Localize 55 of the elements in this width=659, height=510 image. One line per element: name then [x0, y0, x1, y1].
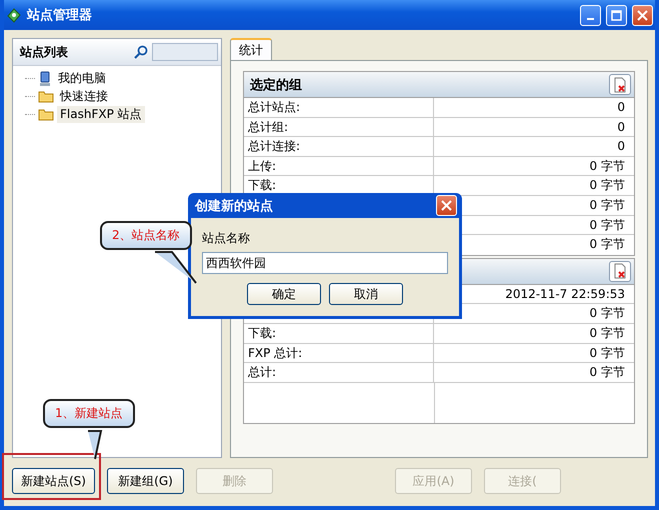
dialog-title: 创建新的站点: [195, 198, 274, 214]
tree-item[interactable]: 快速连接: [57, 88, 111, 105]
close-button[interactable]: [436, 195, 457, 216]
stat-label: 总计组:: [248, 120, 288, 134]
dialog-button[interactable]: 确定: [247, 283, 321, 305]
callout-bubble: 1、新建站点: [43, 399, 135, 428]
stat-value: 0 字节: [590, 346, 625, 360]
stat-label: FXP 总计:: [248, 346, 302, 360]
minimize-button[interactable]: [580, 4, 601, 26]
panel-title: 站点列表: [20, 44, 69, 60]
stat-label: 总计:: [248, 365, 276, 380]
toolbar-button[interactable]: 新建站点(S): [12, 468, 95, 494]
callout-bubble: 2、站点名称: [100, 221, 192, 250]
stat-value: 0: [617, 100, 625, 114]
stat-value: 0 字节: [590, 306, 625, 320]
clear-icon: [613, 263, 627, 280]
dialog-button[interactable]: 取消: [329, 283, 403, 305]
computer-icon: [38, 70, 52, 86]
stat-value: 0 字节: [590, 237, 625, 252]
stat-label: 总计连接:: [248, 139, 300, 154]
close-icon: [441, 200, 452, 211]
stat-value: 0 字节: [590, 365, 625, 380]
stat-value: 0 字节: [590, 198, 625, 212]
folder-icon: [38, 108, 54, 121]
stat-label: 上传:: [248, 158, 276, 173]
tree-item[interactable]: FlashFXP 站点: [57, 106, 145, 123]
close-button[interactable]: [632, 4, 653, 26]
close-icon: [637, 10, 648, 20]
stat-value: 0 字节: [590, 178, 625, 192]
stat-value: 0 字节: [590, 326, 625, 340]
maximize-icon: [611, 10, 622, 20]
stat-value: 0 字节: [590, 218, 625, 232]
minimize-icon: [587, 18, 594, 20]
folder-icon: [38, 90, 54, 103]
search-icon[interactable]: [134, 45, 148, 59]
field-label: 站点名称: [202, 230, 251, 247]
stat-label: 总计站点:: [248, 100, 300, 114]
search-field[interactable]: [152, 43, 218, 61]
stat-label: 下载:: [248, 326, 276, 340]
app-icon: [6, 7, 22, 23]
maximize-button[interactable]: [606, 4, 627, 26]
toolbar-button[interactable]: 新建组(G): [106, 468, 184, 494]
stat-label: 下载:: [248, 178, 276, 192]
input-field[interactable]: 西西软件园: [202, 252, 448, 274]
stat-value: 0 字节: [590, 158, 625, 173]
stat-value: 2012-11-7 22:59:53: [505, 286, 625, 301]
stat-value: 0: [617, 120, 625, 134]
clear-icon: [613, 76, 627, 92]
stat-value: 0: [617, 139, 625, 154]
clear-button[interactable]: [609, 74, 631, 95]
clear-button[interactable]: [609, 260, 631, 282]
tab[interactable]: 统计: [230, 38, 272, 60]
tree-item[interactable]: 我的电脑: [55, 70, 109, 87]
section-title: 选定的组: [250, 76, 303, 94]
window-title: 站点管理器: [27, 7, 93, 24]
